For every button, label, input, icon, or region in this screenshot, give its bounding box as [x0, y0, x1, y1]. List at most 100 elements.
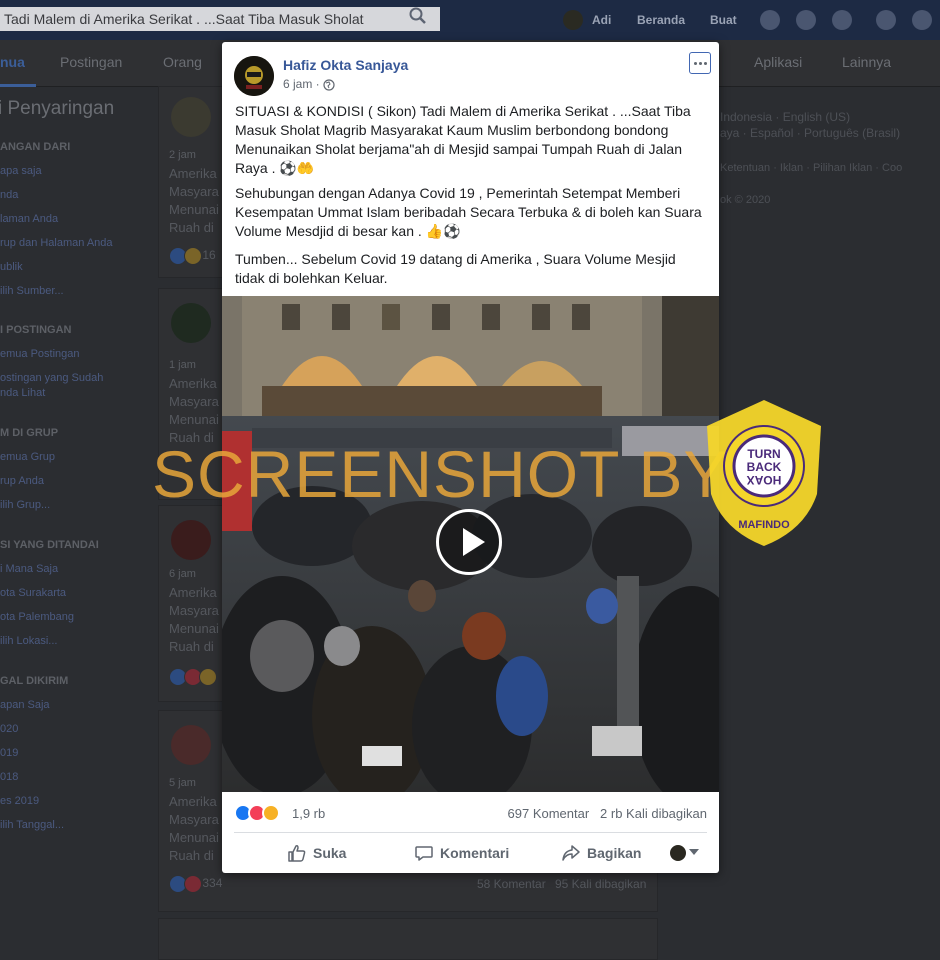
post-text-line: Masyara [169, 184, 219, 199]
filter-item[interactable]: emua Postingan [0, 348, 80, 360]
post-text-line: Ruah di [169, 220, 214, 235]
comment-icon [415, 846, 433, 861]
home-link[interactable]: Beranda [637, 0, 685, 40]
user-name-link[interactable]: Adi [592, 0, 611, 40]
filter-item[interactable]: ilih Lokasi... [0, 635, 57, 647]
post-time: 2 jam [169, 149, 196, 161]
create-link[interactable]: Buat [710, 0, 737, 40]
filter-item[interactable]: i Mana Saja [0, 563, 58, 575]
reaction-count: 334 [202, 876, 223, 891]
more-options-button[interactable] [689, 52, 711, 74]
dot-icon [693, 61, 697, 65]
search-icon[interactable] [408, 6, 428, 26]
comment-count[interactable]: 58 Komentar [477, 877, 546, 891]
share-count[interactable]: 95 Kali dibagikan [555, 877, 646, 891]
language-list[interactable]: aya · Español · Português (Brasil) [720, 126, 900, 140]
copyright: ok © 2020 [720, 194, 771, 206]
post-text-line: Masyara [169, 812, 219, 827]
thumbs-up-icon [288, 845, 306, 862]
post-time: 1 jam [169, 359, 196, 371]
mafindo-logo: TURN BACK HOAX MAFINDO [707, 400, 821, 546]
filter-item[interactable]: rup dan Halaman Anda [0, 237, 113, 249]
sad-reaction-icon [199, 668, 217, 686]
notifications-icon[interactable] [832, 10, 852, 30]
sad-reaction-icon [184, 247, 202, 265]
filter-item[interactable]: laman Anda [0, 213, 58, 225]
filter-item[interactable]: apan Saja [0, 699, 50, 711]
avatar [171, 303, 211, 343]
reaction-summary: 16 [169, 247, 216, 265]
reaction-count[interactable]: 1,9 rb [292, 806, 325, 821]
post-text-line: Amerika [169, 585, 217, 600]
filter-item[interactable]: 019 [0, 747, 18, 759]
post-paragraph: Tumben... Sebelum Covid 19 datang di Ame… [235, 251, 676, 286]
post-text-line: Menunai [169, 621, 219, 636]
filter-item[interactable]: ublik [0, 261, 23, 273]
filter-item[interactable]: es 2019 [0, 795, 39, 807]
video-player[interactable] [222, 296, 719, 792]
messenger-icon[interactable] [796, 10, 816, 30]
filter-item[interactable]: nda Lihat [0, 387, 45, 399]
comment-count[interactable]: 697 Komentar [508, 806, 590, 821]
filter-item[interactable]: emua Grup [0, 451, 55, 463]
post-paragraph: SITUASI & KONDISI ( Sikon) Tadi Malem di… [235, 103, 691, 176]
filter-item[interactable]: ota Palembang [0, 611, 74, 623]
post-text-line: Ruah di [169, 639, 214, 654]
share-button[interactable]: Bagikan [561, 833, 641, 873]
filter-item[interactable]: ostingan yang Sudah [0, 372, 103, 384]
post-text-line: Menunai [169, 202, 219, 217]
svg-text:BACK: BACK [747, 460, 782, 474]
filter-item[interactable]: ilih Grup... [0, 499, 50, 511]
share-count[interactable]: 2 rb Kali dibagikan [600, 806, 707, 821]
tab-people[interactable]: Orang [163, 54, 202, 70]
post-time[interactable]: 6 jam · [283, 77, 320, 91]
author-avatar[interactable] [234, 56, 274, 96]
share-label: Bagikan [587, 845, 642, 861]
avatar[interactable] [563, 10, 583, 30]
feed-card[interactable] [158, 918, 658, 960]
filter-section-title: ANGAN DARI [0, 141, 71, 153]
footer-links[interactable]: Ketentuan · Iklan · Pilihan Iklan · Coo [720, 162, 902, 174]
filter-section-title: M DI GRUP [0, 427, 59, 439]
filter-item[interactable]: ota Surakarta [0, 587, 66, 599]
author-name[interactable]: Hafiz Okta Sanjaya [283, 57, 408, 73]
post-text-line: Amerika [169, 376, 217, 391]
post-text-line: Menunai [169, 830, 219, 845]
question-icon[interactable] [912, 10, 932, 30]
post-text-line: Amerika [169, 166, 217, 181]
dot-icon [698, 61, 702, 65]
post-actions: Suka Komentari Bagikan [234, 833, 707, 873]
filter-item[interactable]: 018 [0, 771, 18, 783]
language-list[interactable]: Indonesia · English (US) [720, 110, 850, 124]
filter-sidebar: i Penyaringan ANGAN DARI apa saja nda la… [0, 86, 150, 940]
reaction-count: 16 [202, 248, 216, 263]
filter-item[interactable]: ilih Tanggal... [0, 819, 64, 831]
tab-apps[interactable]: Aplikasi [754, 54, 802, 70]
filter-item[interactable]: apa saja [0, 165, 42, 177]
help-icon[interactable] [876, 10, 896, 30]
filter-item[interactable]: ilih Sumber... [0, 285, 64, 297]
search-input[interactable]: Tadi Malem di Amerika Serikat . ...Saat … [0, 7, 440, 31]
play-button[interactable] [436, 509, 502, 575]
chevron-down-icon[interactable] [689, 849, 699, 855]
share-as-avatar[interactable] [670, 845, 686, 861]
filter-section-title: GAL DIKIRIM [0, 675, 69, 687]
friends-icon[interactable] [760, 10, 780, 30]
watermark-text: SCREENSHOT BY [152, 437, 729, 511]
tab-all[interactable]: nua [0, 54, 25, 70]
svg-text:HOAX: HOAX [747, 473, 782, 487]
like-button[interactable]: Suka [287, 833, 346, 873]
avatar [171, 97, 211, 137]
comment-button[interactable]: Komentari [414, 833, 509, 873]
author-avatar-image [234, 56, 274, 96]
filter-item[interactable]: nda [0, 189, 18, 201]
filter-item[interactable]: rup Anda [0, 475, 44, 487]
globe-icon [323, 79, 335, 91]
tab-posts[interactable]: Postingan [60, 54, 122, 70]
post-time-text: 6 jam [283, 77, 313, 91]
tab-more[interactable]: Lainnya [842, 54, 891, 70]
sad-reaction-icon[interactable] [262, 804, 280, 822]
love-reaction-icon [184, 875, 202, 893]
comment-label: Komentari [440, 845, 510, 861]
filter-item[interactable]: 020 [0, 723, 18, 735]
